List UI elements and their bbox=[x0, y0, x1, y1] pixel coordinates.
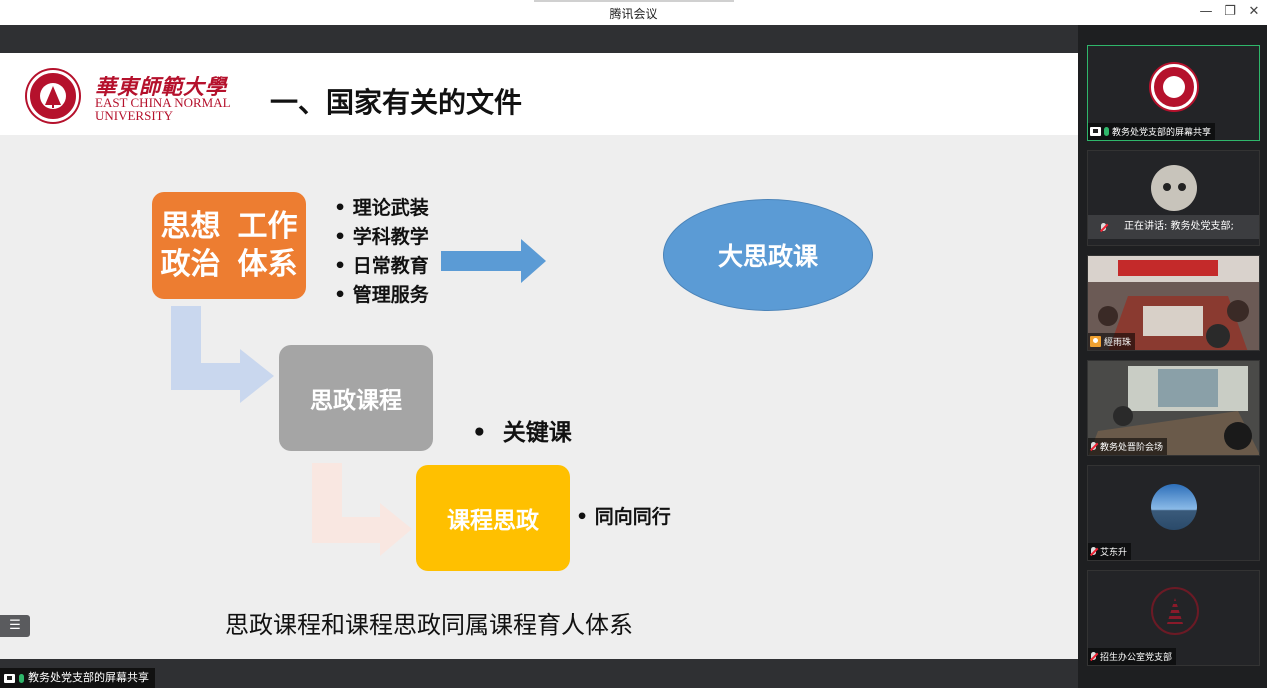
bullet-item: • 管理服务 bbox=[334, 284, 429, 306]
participant-tile[interactable]: 艾东升 bbox=[1087, 465, 1260, 561]
bullet-same-direction: • 同向同行 bbox=[576, 506, 671, 528]
screen-share-icon bbox=[1090, 127, 1101, 136]
microphone-muted-icon bbox=[1100, 223, 1107, 232]
microphone-icon bbox=[1104, 127, 1109, 136]
title-bar: 腾讯会议 — ❐ ✕ bbox=[0, 0, 1267, 25]
close-icon[interactable]: ✕ bbox=[1243, 3, 1265, 21]
participant-name: 艾东升 bbox=[1100, 548, 1128, 558]
course-ideology-box: 课程思政 bbox=[416, 465, 570, 571]
university-seal-icon bbox=[1151, 587, 1199, 635]
participant-label: 經雨珠 bbox=[1088, 333, 1136, 350]
bullet-item: • 理论武装 bbox=[334, 197, 429, 219]
bullet-item: • 日常教育 bbox=[334, 255, 429, 277]
participant-name: 教务处党支部的屏幕共享 bbox=[1112, 128, 1212, 138]
minimize-icon[interactable]: — bbox=[1195, 3, 1217, 21]
share-toolbar bbox=[0, 25, 1078, 53]
participant-label: 艾东升 bbox=[1088, 543, 1132, 560]
screen-share-icon bbox=[4, 673, 15, 683]
university-seal-icon bbox=[1151, 64, 1197, 110]
microphone-icon bbox=[19, 673, 24, 683]
ideological-work-system-box: 思想政治 工作体系 bbox=[152, 192, 306, 299]
participant-tile[interactable]: 教务处党支部的屏幕共享 bbox=[1087, 45, 1260, 141]
ideological-course-box: 思政课程 bbox=[279, 345, 433, 451]
participant-tile[interactable]: 正在讲话: 教务处党支部; bbox=[1087, 150, 1260, 246]
shared-slide: 華東師範大學 EAST CHINA NORMAL UNIVERSITY 一、国家… bbox=[0, 53, 1078, 659]
big-ideological-course-ellipse: 大思政课 bbox=[663, 199, 873, 311]
tab-indicator bbox=[534, 0, 734, 2]
avatar bbox=[1151, 165, 1197, 211]
bend-arrow-lightblue bbox=[171, 306, 274, 403]
participant-name: 教务处晋阶会场 bbox=[1100, 443, 1164, 453]
avatar bbox=[1151, 484, 1197, 530]
user-icon bbox=[1090, 336, 1101, 347]
bullet-item: • 学科教学 bbox=[334, 226, 429, 248]
list-toggle-icon[interactable]: ☰ bbox=[0, 615, 30, 637]
bullet-list-work-system: • 理论武装 • 学科教学 • 日常教育 • 管理服务 bbox=[334, 194, 429, 310]
participant-tile[interactable]: 招生办公室党支部 bbox=[1087, 570, 1260, 666]
window-title: 腾讯会议 bbox=[609, 7, 658, 21]
participant-name: 招生办公室党支部 bbox=[1100, 653, 1173, 663]
participant-tile[interactable]: 教务处晋阶会场 bbox=[1087, 360, 1260, 456]
speaking-indicator: 正在讲话: 教务处党支部; bbox=[1088, 215, 1259, 239]
bend-arrow-lightpink bbox=[312, 463, 412, 556]
participant-tile[interactable]: 經雨珠 bbox=[1087, 255, 1260, 351]
microphone-muted-icon bbox=[1090, 547, 1097, 556]
right-arrow-blue bbox=[441, 239, 546, 283]
microphone-muted-icon bbox=[1090, 652, 1097, 661]
restore-icon[interactable]: ❐ bbox=[1219, 3, 1241, 21]
participant-label: 教务处晋阶会场 bbox=[1088, 438, 1168, 455]
participant-label: 招生办公室党支部 bbox=[1088, 648, 1177, 665]
bottom-bar bbox=[0, 659, 1078, 688]
bullet-item: • 关键课 bbox=[472, 420, 572, 446]
screen-share-text: 教务处党支部的屏幕共享 bbox=[28, 671, 149, 684]
participant-name: 經雨珠 bbox=[1104, 338, 1132, 348]
microphone-muted-icon bbox=[1090, 442, 1097, 451]
participant-label: 教务处党支部的屏幕共享 bbox=[1088, 123, 1216, 140]
screen-share-label: 教务处党支部的屏幕共享 bbox=[0, 668, 155, 688]
slide-caption: 思政课程和课程思政同属课程育人体系 bbox=[225, 611, 633, 639]
